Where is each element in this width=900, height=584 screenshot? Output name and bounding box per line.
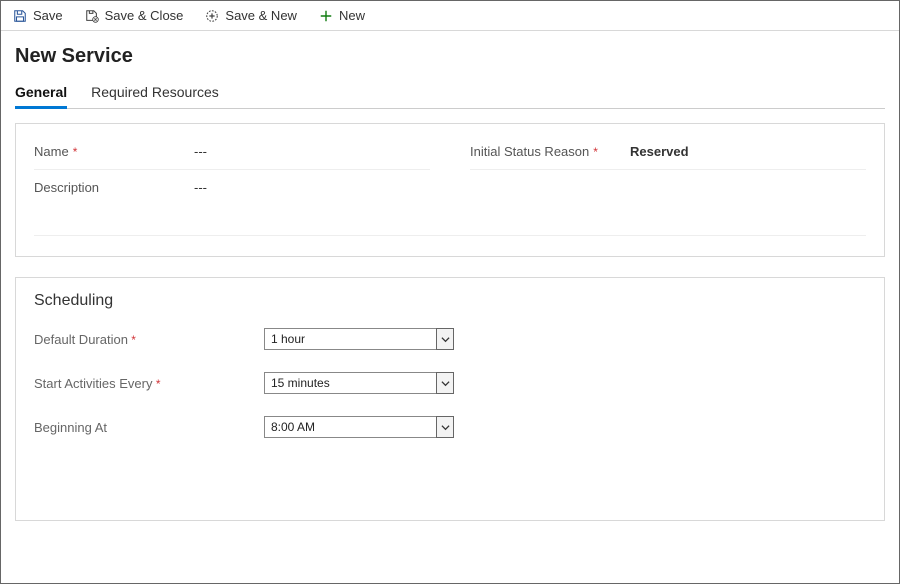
save-button[interactable]: Save: [13, 8, 63, 23]
new-label: New: [339, 8, 365, 23]
chevron-down-icon[interactable]: [436, 328, 454, 350]
initial-status-label: Initial Status Reason: [470, 144, 589, 159]
tab-required-resources-label: Required Resources: [91, 84, 219, 100]
beginning-at-value: 8:00 AM: [271, 420, 315, 434]
default-duration-label: Default Duration: [34, 332, 128, 347]
general-panel: Name * --- Initial Status Reason * Reser…: [15, 123, 885, 257]
scheduling-title: Scheduling: [34, 292, 866, 310]
command-bar: Save Save & Close Save & New New: [1, 1, 899, 31]
page-title: New Service: [15, 45, 885, 68]
save-new-icon: [205, 9, 219, 23]
name-field[interactable]: Name * ---: [34, 134, 430, 170]
required-indicator: *: [152, 377, 160, 391]
required-indicator: *: [73, 145, 78, 159]
beginning-at-label: Beginning At: [34, 420, 107, 435]
name-value: ---: [194, 144, 430, 159]
required-indicator: *: [593, 145, 598, 159]
default-duration-value: 1 hour: [271, 332, 305, 346]
new-button[interactable]: New: [319, 8, 365, 23]
beginning-at-select[interactable]: 8:00 AM: [264, 416, 454, 438]
default-duration-select[interactable]: 1 hour: [264, 328, 454, 350]
start-every-value: 15 minutes: [271, 376, 330, 390]
save-close-button[interactable]: Save & Close: [85, 8, 184, 23]
save-close-icon: [85, 9, 99, 23]
save-new-button[interactable]: Save & New: [205, 8, 297, 23]
initial-status-value: Reserved: [630, 144, 866, 159]
divider: [34, 235, 866, 236]
start-every-select[interactable]: 15 minutes: [264, 372, 454, 394]
description-label: Description: [34, 180, 99, 195]
save-label: Save: [33, 8, 63, 23]
description-field[interactable]: Description ---: [34, 170, 450, 205]
tab-bar: General Required Resources: [15, 78, 885, 109]
tab-required-resources[interactable]: Required Resources: [91, 78, 219, 108]
save-new-label: Save & New: [225, 8, 297, 23]
description-value: ---: [194, 180, 450, 195]
save-close-label: Save & Close: [105, 8, 184, 23]
scheduling-panel: Scheduling Default Duration * 1 hour Sta…: [15, 277, 885, 521]
name-label: Name: [34, 144, 69, 159]
tab-general[interactable]: General: [15, 78, 67, 108]
start-every-label: Start Activities Every: [34, 376, 152, 391]
tab-general-label: General: [15, 84, 67, 100]
save-icon: [13, 9, 27, 23]
plus-icon: [319, 9, 333, 23]
required-indicator: *: [128, 333, 136, 347]
chevron-down-icon[interactable]: [436, 372, 454, 394]
initial-status-field[interactable]: Initial Status Reason * Reserved: [470, 134, 866, 170]
chevron-down-icon[interactable]: [436, 416, 454, 438]
